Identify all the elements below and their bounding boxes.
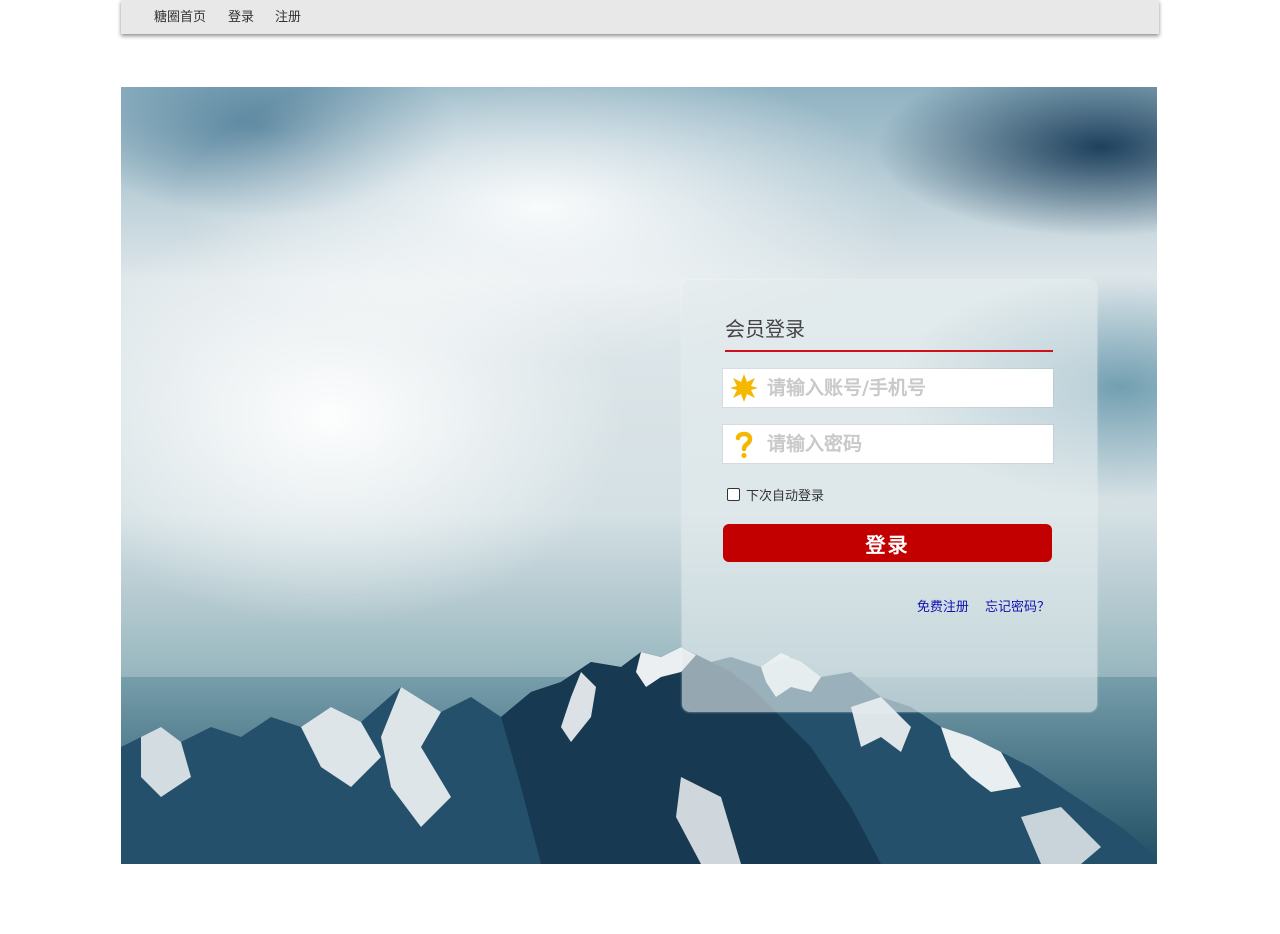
panel-links: 免费注册 忘记密码？ [905, 596, 1050, 615]
nav-login-link[interactable]: 登录 [228, 10, 254, 26]
forgot-password-link[interactable]: 忘记密码？ [985, 600, 1050, 615]
remember-me-checkbox[interactable] [727, 487, 740, 501]
username-input[interactable] [767, 374, 1043, 402]
top-nav-bar: 糖圈首页 登录 注册 [121, 0, 1159, 34]
nav-register-link[interactable]: 注册 [275, 10, 301, 26]
free-register-link[interactable]: 免费注册 [917, 600, 969, 615]
login-button[interactable]: 登录 [723, 524, 1052, 562]
password-field[interactable] [723, 425, 1053, 463]
remember-me-label: 下次自动登录 [746, 488, 825, 504]
question-mark-icon [735, 431, 753, 459]
login-panel: 会员登录 下次自动登录 登录 免费注册 忘记密码？ [682, 280, 1097, 712]
nav-home-link[interactable]: 糖圈首页 [154, 10, 206, 26]
hero-banner: 会员登录 下次自动登录 登录 免费注册 忘记密码？ [121, 87, 1157, 864]
password-input[interactable] [767, 430, 1043, 458]
star-icon [730, 374, 758, 402]
title-divider [725, 350, 1053, 352]
username-field[interactable] [723, 369, 1053, 407]
remember-me-row[interactable]: 下次自动登录 [727, 485, 825, 504]
login-panel-title: 会员登录 [725, 317, 805, 341]
